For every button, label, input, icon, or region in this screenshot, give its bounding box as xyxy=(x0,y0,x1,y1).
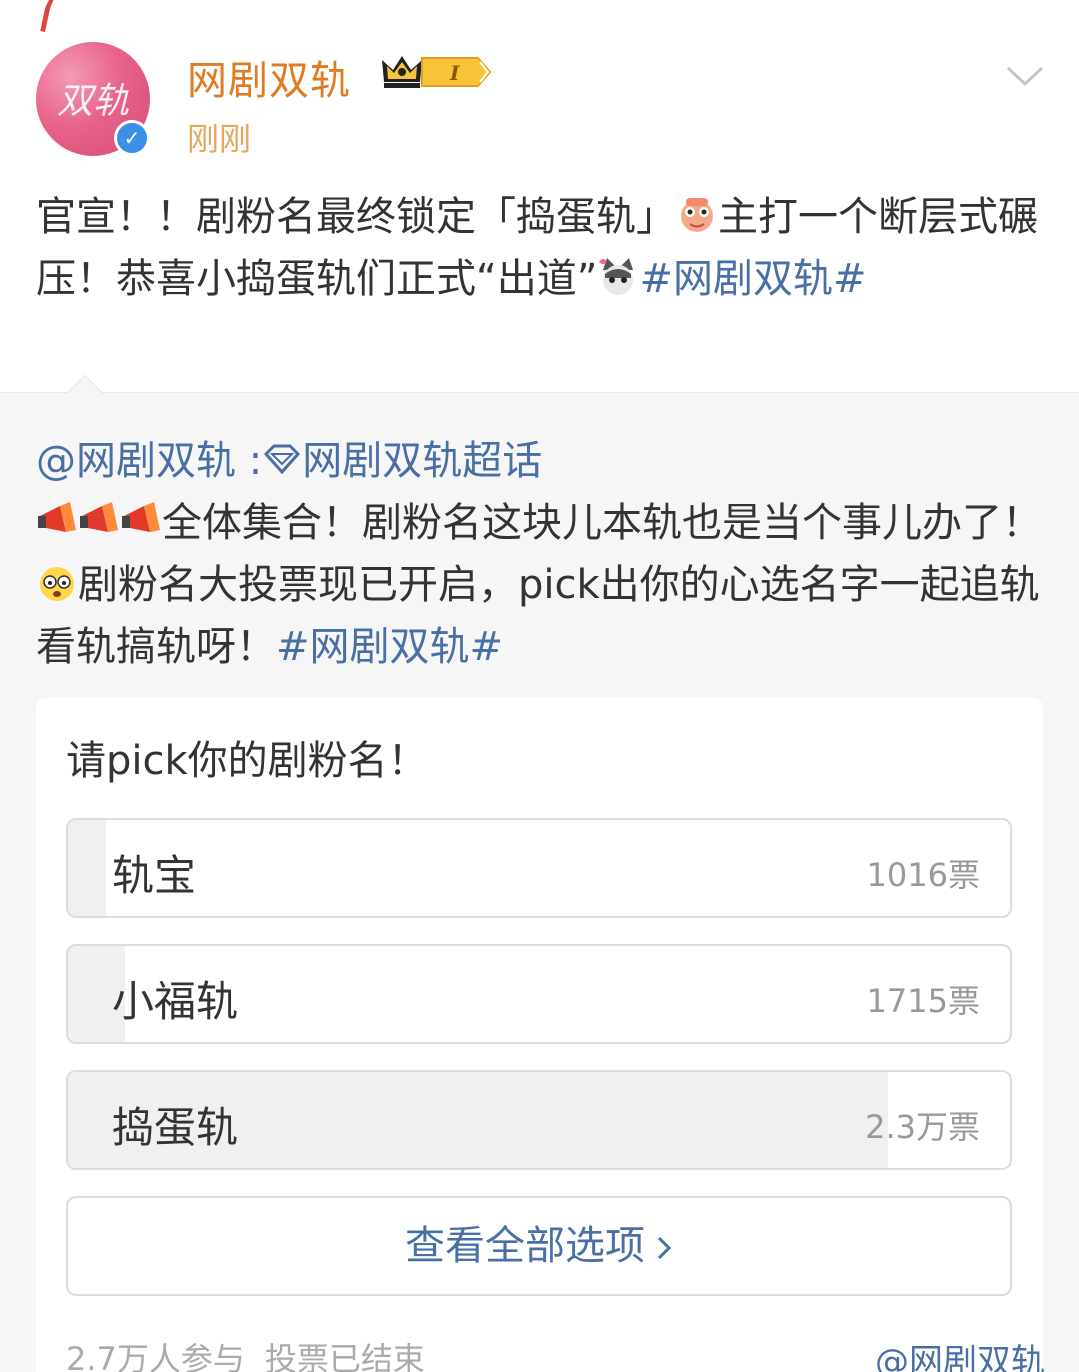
poll-footer: 2.7万人参与 投票已结束 xyxy=(66,1334,445,1372)
repost-text-part1: 全体集合！剧粉名这块儿本轨也是当个事儿办了！ xyxy=(162,500,1042,546)
surprised-face-icon xyxy=(40,567,74,601)
poll-option-count: 2.3万票 xyxy=(865,1108,980,1146)
fist-emoji-icon xyxy=(681,198,713,232)
verified-icon: ✓ xyxy=(114,120,150,156)
crown-icon xyxy=(382,56,422,88)
avatar-text: 双轨 xyxy=(56,81,129,122)
megaphone-icon xyxy=(38,502,76,532)
poll-option[interactable]: 小福轨 1715票 xyxy=(66,944,1012,1044)
poll-option-label: 捣蛋轨 xyxy=(112,1103,239,1152)
poll-option-fill xyxy=(68,820,106,916)
poll-option-count: 1016票 xyxy=(866,856,980,894)
level-text: I xyxy=(449,61,460,85)
author-name[interactable]: 网剧双轨 xyxy=(187,48,351,106)
chevron-down-icon[interactable] xyxy=(1004,60,1046,90)
repost-hashtag[interactable]: #网剧双轨# xyxy=(276,624,503,670)
megaphone-icon xyxy=(80,502,118,532)
poll-option-label: 轨宝 xyxy=(112,851,197,900)
post-hashtag[interactable]: #网剧双轨# xyxy=(639,256,866,302)
chevron-right-icon xyxy=(657,1236,672,1260)
poll-option[interactable]: 捣蛋轨 2.3万票 xyxy=(66,1070,1012,1170)
poll-option[interactable]: 轨宝 1016票 xyxy=(66,818,1012,918)
repost-body: @网剧双轨 : 网剧双轨超话 全体集合！剧粉名这块儿本轨也是当个事儿办了！ 剧粉… xyxy=(36,430,1046,678)
decorative-mark xyxy=(40,0,72,37)
post-body: 官宣！！剧粉名最终锁定「捣蛋轨」 主打一个断层式碾压！恭喜小捣蛋轨们正式“出道”… xyxy=(36,186,1046,310)
repost-separator: : xyxy=(236,438,263,484)
poll-status: 投票已结束 xyxy=(264,1340,425,1372)
timestamp: 刚刚 xyxy=(187,120,252,158)
member-level-badge[interactable]: I xyxy=(420,56,492,88)
poll-option-count: 1715票 xyxy=(866,982,980,1020)
poll-participants: 2.7万人参与 xyxy=(66,1340,245,1372)
view-all-options-button[interactable]: 查看全部选项 xyxy=(66,1196,1012,1296)
poll-title: 请pick你的剧粉名！ xyxy=(66,738,428,784)
poll-card: 请pick你的剧粉名！ 轨宝 1016票 小福轨 1715票 捣蛋轨 2.3万票… xyxy=(36,698,1043,1372)
cat-emoji-icon xyxy=(599,258,634,295)
poll-option-label: 小福轨 xyxy=(112,977,239,1026)
repost-text-part2: 剧粉名大投票现已开启，pick出你的心选名字一起追轨看轨搞轨呀！ xyxy=(36,562,1040,670)
diamond-icon xyxy=(264,444,301,475)
watermark: @网剧双轨 xyxy=(875,1342,1045,1372)
megaphone-icon xyxy=(122,502,160,532)
repost-mention[interactable]: @网剧双轨 xyxy=(36,438,236,484)
supertopic-link[interactable]: 网剧双轨超话 xyxy=(302,438,542,484)
view-all-label: 查看全部选项 xyxy=(405,1223,645,1269)
post-text-part1: 官宣！！剧粉名最终锁定「捣蛋轨」 xyxy=(36,194,676,240)
